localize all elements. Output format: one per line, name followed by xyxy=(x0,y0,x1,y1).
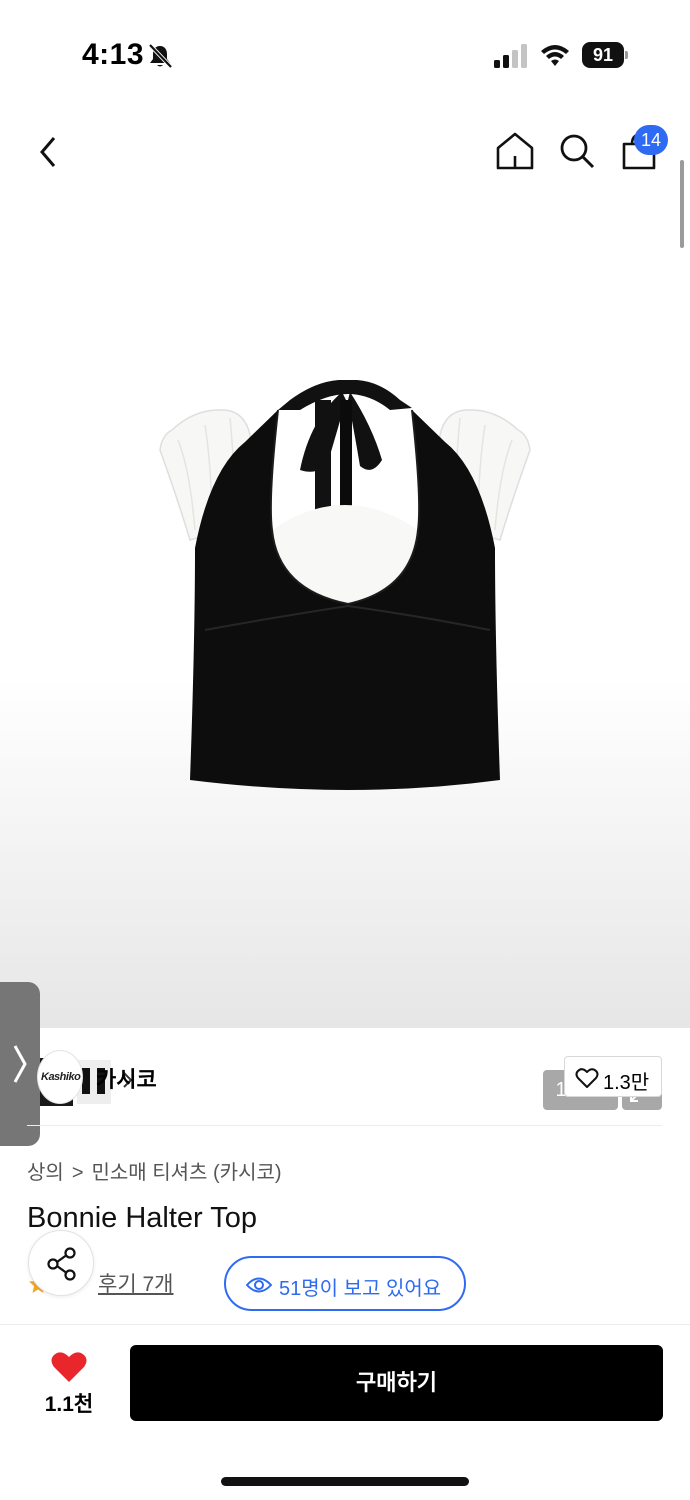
search-icon[interactable] xyxy=(556,130,598,172)
product-image xyxy=(159,380,531,790)
eye-icon xyxy=(246,1277,272,1293)
battery-cap xyxy=(625,51,628,59)
divider xyxy=(27,1125,662,1126)
breadcrumb: 상의 > 민소매 티셔츠 (카시코) xyxy=(27,1156,282,1185)
brand-name[interactable]: 카시코 xyxy=(96,1062,157,1094)
battery-icon: 91 xyxy=(582,42,628,68)
brand-like-count: 1.3만 xyxy=(603,1072,650,1094)
back-button[interactable] xyxy=(30,130,70,174)
brand-logo[interactable]: Kashiko xyxy=(37,1050,83,1104)
buy-button[interactable]: 구매하기 xyxy=(130,1345,663,1421)
home-indicator xyxy=(221,1477,469,1486)
breadcrumb-item-category[interactable]: 상의 xyxy=(27,1162,64,1184)
product-gallery[interactable]: M 1 / 17 xyxy=(0,110,690,1110)
share-button[interactable] xyxy=(28,1230,94,1296)
share-icon xyxy=(47,1247,76,1281)
wifi-icon xyxy=(541,45,569,66)
wishlist-count: 1.1천 xyxy=(44,1393,94,1416)
heart-outline-icon xyxy=(575,1068,599,1088)
brand-like-button[interactable]: 1.3만 xyxy=(564,1056,662,1097)
cart-count-badge: 14 xyxy=(634,125,668,155)
chevron-right-icon xyxy=(13,1045,27,1083)
viewers-badge[interactable]: 51명이 보고 있어요 xyxy=(224,1256,466,1311)
bell-slash-icon xyxy=(148,43,173,69)
heart-filled-icon[interactable] xyxy=(50,1350,88,1384)
scroll-indicator[interactable] xyxy=(680,160,684,248)
thumb-top-a xyxy=(82,1068,90,1094)
battery-level: 91 xyxy=(582,42,624,68)
reviews-link[interactable]: 후기 7개 xyxy=(98,1268,173,1298)
viewers-text: 51명이 보고 있어요 xyxy=(279,1278,442,1300)
side-drawer-handle[interactable] xyxy=(0,982,40,1146)
breadcrumb-separator: > xyxy=(71,1162,84,1184)
signal-icon xyxy=(494,44,527,68)
home-icon[interactable] xyxy=(494,130,536,172)
brand-logo-text: Kashiko xyxy=(41,1071,81,1083)
status-bar: 4:13 91 xyxy=(0,0,690,110)
status-time: 4:13 xyxy=(82,38,145,71)
breadcrumb-item-subcategory[interactable]: 민소매 티셔츠 (카시코) xyxy=(92,1162,282,1184)
